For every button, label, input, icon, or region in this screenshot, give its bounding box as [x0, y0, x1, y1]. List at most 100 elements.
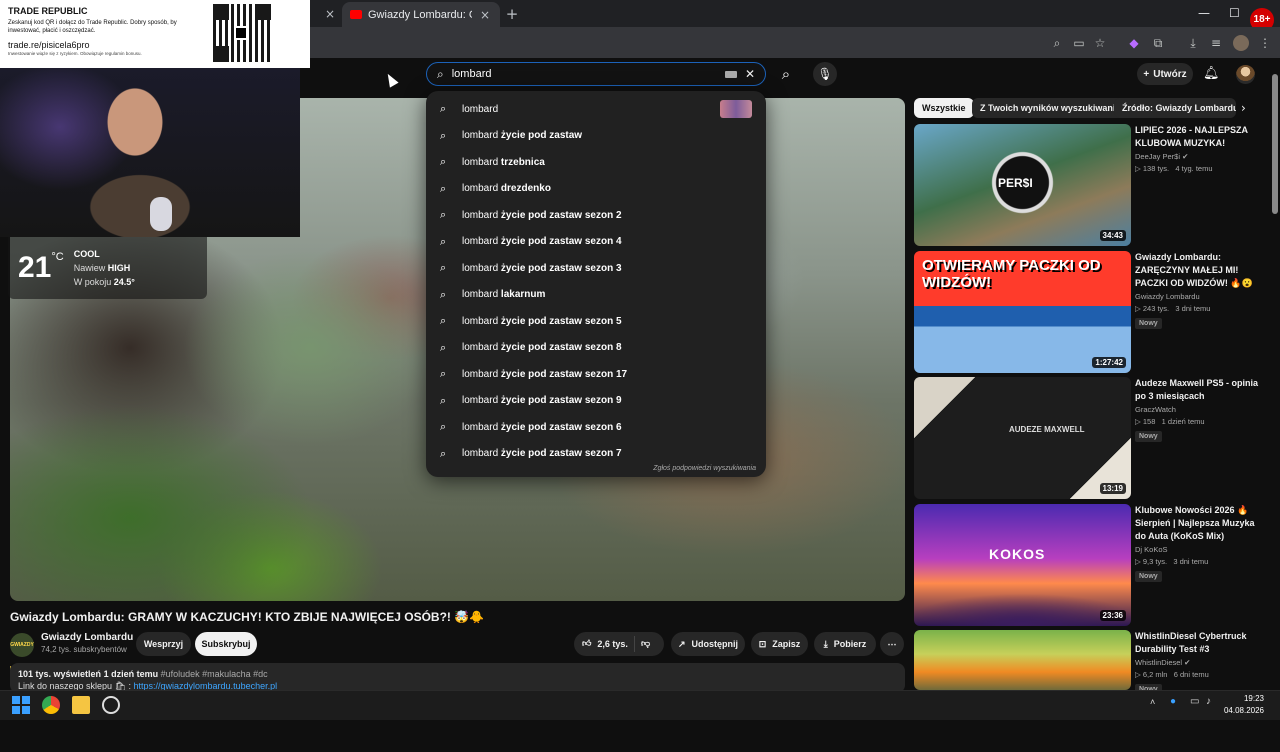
video-card-channel[interactable]: DeeJay Per$i ✔: [1135, 152, 1188, 161]
suggestion-item[interactable]: ⌕ lombard życie pod zastaw sezon 17: [426, 361, 766, 388]
file-explorer-icon[interactable]: [72, 696, 90, 714]
zoom-icon[interactable]: ⌕: [1049, 35, 1065, 51]
thumbnail-text: PER$I: [998, 176, 1033, 190]
chevron-right-icon[interactable]: ›: [1241, 101, 1246, 115]
tray-chevron-icon[interactable]: ˄: [1150, 697, 1155, 707]
video-card-title[interactable]: Audeze Maxwell PS5 - opinia po 3 miesiąc…: [1135, 377, 1263, 403]
video-thumbnail[interactable]: AUDEZE MAXWELL 13:19: [914, 377, 1131, 499]
keyboard-icon[interactable]: [724, 70, 737, 78]
suggestion-item[interactable]: ⌕ lombard życie pod zastaw sezon 7: [426, 441, 766, 468]
suggestion-item[interactable]: ⌕ lombard życie pod zastaw sezon 4: [426, 229, 766, 256]
recommended-video-card[interactable]: OTWIERAMY PACZKI OD WIDZÓW! 1:27:42 Gwiazd…: [914, 251, 1264, 373]
new-tab-icon[interactable]: +: [505, 7, 519, 22]
extension-icon[interactable]: ◆: [1126, 35, 1142, 51]
suggestion-item[interactable]: ⌕ lombard życie pod zastaw sezon 6: [426, 414, 766, 441]
support-button[interactable]: Wesprzyj: [136, 632, 191, 656]
suggestion-item[interactable]: ⌕ lombard życie pod zastaw sezon 3: [426, 255, 766, 282]
suggestion-suffix: życie pod zastaw: [498, 130, 583, 142]
chip-from-search[interactable]: Z Twoich wyników wyszukiwania: [972, 98, 1129, 118]
tab-close-icon[interactable]: ×: [323, 7, 337, 21]
video-thumbnail[interactable]: OTWIERAMY PACZKI OD WIDZÓW! 1:27:42: [914, 251, 1131, 373]
thumbs-up-icon[interactable]: 👍︎: [582, 639, 591, 649]
suggestion-item[interactable]: ⌕ lombard: [426, 96, 766, 123]
channel-avatar[interactable]: GWIAZDY LOMBARDU: [10, 633, 39, 672]
suggestion-item[interactable]: ⌕ lombard lakarnum: [426, 282, 766, 309]
more-actions-button[interactable]: ⋯: [880, 632, 904, 656]
climate-widget: 21°C COOL Nawiew HIGH W pokoju 24.5°: [8, 237, 207, 299]
tray-display-icon[interactable]: ▭: [1190, 696, 1199, 707]
search-icon: ⌕: [440, 393, 447, 407]
report-suggestions-link[interactable]: Zgłoś podpowiedzi wyszukiwania: [653, 465, 756, 472]
recommended-video-card[interactable]: KOKOS 23:36 Klubowe Nowości 2026 🔥 Sierpie…: [914, 504, 1264, 626]
chip-all[interactable]: Wszystkie: [914, 98, 974, 118]
suggestion-item[interactable]: ⌕ lombard drezdenko: [426, 176, 766, 203]
search-icon: ⌕: [440, 155, 447, 169]
search-input[interactable]: [451, 68, 717, 80]
save-button[interactable]: ⊡ Zapisz: [751, 632, 808, 656]
video-card-title[interactable]: LIPIEC 2026 - NAJLEPSZA KLUBOWA MUZYKA!: [1135, 124, 1263, 150]
recommended-video-card[interactable]: PER$I 34:43 LIPIEC 2026 - NAJLEPSZA KLUBOW…: [914, 124, 1264, 246]
voice-search-button[interactable]: 🎙: [813, 62, 837, 86]
chrome-icon[interactable]: [42, 696, 60, 714]
video-card-meta: ▷ 9,3 tys. 3 dni temu: [1135, 557, 1208, 566]
taskbar-clock[interactable]: 19:23 04.08.2026: [1224, 693, 1264, 717]
bookmark-star-icon[interactable]: ☆: [1092, 35, 1108, 51]
hashtags[interactable]: #ufoludek #makulacha #dc: [161, 669, 268, 679]
tray-volume-icon[interactable]: ♪: [1206, 696, 1211, 707]
search-icon: ⌕: [440, 208, 447, 222]
menu-kebab-icon[interactable]: ⋮: [1257, 35, 1273, 51]
minimize-icon[interactable]: —: [1198, 6, 1210, 20]
suggestion-item[interactable]: ⌕ lombard życie pod zastaw sezon 9: [426, 388, 766, 415]
chip-source-channel[interactable]: Źródło: Gwiazdy Lombardu: [1114, 98, 1236, 118]
suggestion-item[interactable]: ⌕ lombard życie pod zastaw sezon 5: [426, 308, 766, 335]
notifications-bell-icon[interactable]: 🔔︎: [1203, 66, 1220, 81]
play-icon: ▷: [1135, 417, 1143, 426]
download-icon[interactable]: ⤓: [1185, 35, 1201, 51]
suggestion-item[interactable]: ⌕ lombard trzebnica: [426, 149, 766, 176]
suggestion-item[interactable]: ⌕ lombard życie pod zastaw: [426, 123, 766, 150]
profile-icon[interactable]: [1233, 35, 1249, 51]
play-icon: ▷: [1135, 670, 1143, 679]
like-count[interactable]: 2,6 tys.: [597, 639, 628, 649]
recommended-video-card[interactable]: AUDEZE MAXWELL 13:19 Audeze Maxwell PS5 - …: [914, 377, 1264, 499]
clear-search-icon[interactable]: ✕: [745, 67, 755, 81]
tray-mic-icon[interactable]: ●: [1170, 696, 1176, 707]
subscribe-button[interactable]: Subskrybuj: [195, 632, 257, 656]
user-avatar[interactable]: [1236, 65, 1255, 84]
tab-close-icon[interactable]: ×: [478, 8, 492, 22]
video-card-channel[interactable]: WhistlinDiesel ✔: [1135, 658, 1190, 667]
download-label: Pobierz: [833, 639, 867, 649]
video-card-title[interactable]: WhistlinDiesel Cybertruck Durability Tes…: [1135, 630, 1263, 656]
video-description[interactable]: 101 tys. wyświetleń 1 dzień temu #ufolud…: [10, 663, 905, 693]
media-control-icon[interactable]: ≡: [1208, 35, 1224, 51]
extensions-puzzle-icon[interactable]: ⧉: [1150, 35, 1166, 51]
channel-name[interactable]: Gwiazdy Lombardu: [41, 632, 133, 643]
active-tab[interactable]: Gwiazdy Lombardu: GRAMY ×: [342, 2, 500, 27]
suggestion-suffix: życie pod zastaw sezon 7: [498, 448, 622, 460]
video-card-channel[interactable]: GraczWatch: [1135, 405, 1176, 414]
thumbs-down-icon[interactable]: 👎︎: [641, 639, 650, 649]
video-card-views: 9,3 tys.: [1142, 557, 1168, 566]
cast-icon[interactable]: ▭: [1071, 35, 1087, 51]
suggestion-item[interactable]: ⌕ lombard życie pod zastaw sezon 2: [426, 202, 766, 229]
video-card-channel[interactable]: Gwiazdy Lombardu: [1135, 292, 1200, 301]
video-card-title[interactable]: Klubowe Nowości 2026 🔥 Sierpień | Najlep…: [1135, 504, 1263, 543]
maximize-icon[interactable]: ☐: [1229, 6, 1240, 20]
obs-icon[interactable]: [102, 696, 120, 714]
video-thumbnail[interactable]: [914, 630, 1131, 690]
create-button[interactable]: + Utwórz: [1137, 63, 1193, 85]
windows-start-icon[interactable]: [12, 696, 30, 714]
search-button[interactable]: ⌕: [769, 62, 803, 86]
video-thumbnail[interactable]: KOKOS 23:36: [914, 504, 1131, 626]
duration-badge: 1:27:42: [1092, 357, 1126, 368]
share-button[interactable]: ↗ Udostępnij: [671, 632, 745, 656]
search-box[interactable]: ⌕ ✕: [426, 62, 766, 86]
search-icon: ⌕: [440, 128, 447, 142]
video-card-channel[interactable]: Dj KoKoS: [1135, 545, 1168, 554]
video-thumbnail[interactable]: PER$I 34:43: [914, 124, 1131, 246]
qr-logo: [234, 26, 248, 40]
page-scrollbar[interactable]: [1272, 74, 1278, 214]
download-button[interactable]: ⤓ Pobierz: [814, 632, 876, 656]
suggestion-item[interactable]: ⌕ lombard życie pod zastaw sezon 8: [426, 335, 766, 362]
video-card-title[interactable]: Gwiazdy Lombardu: ZARĘCZYNY MAŁEJ MI! PA…: [1135, 251, 1263, 290]
